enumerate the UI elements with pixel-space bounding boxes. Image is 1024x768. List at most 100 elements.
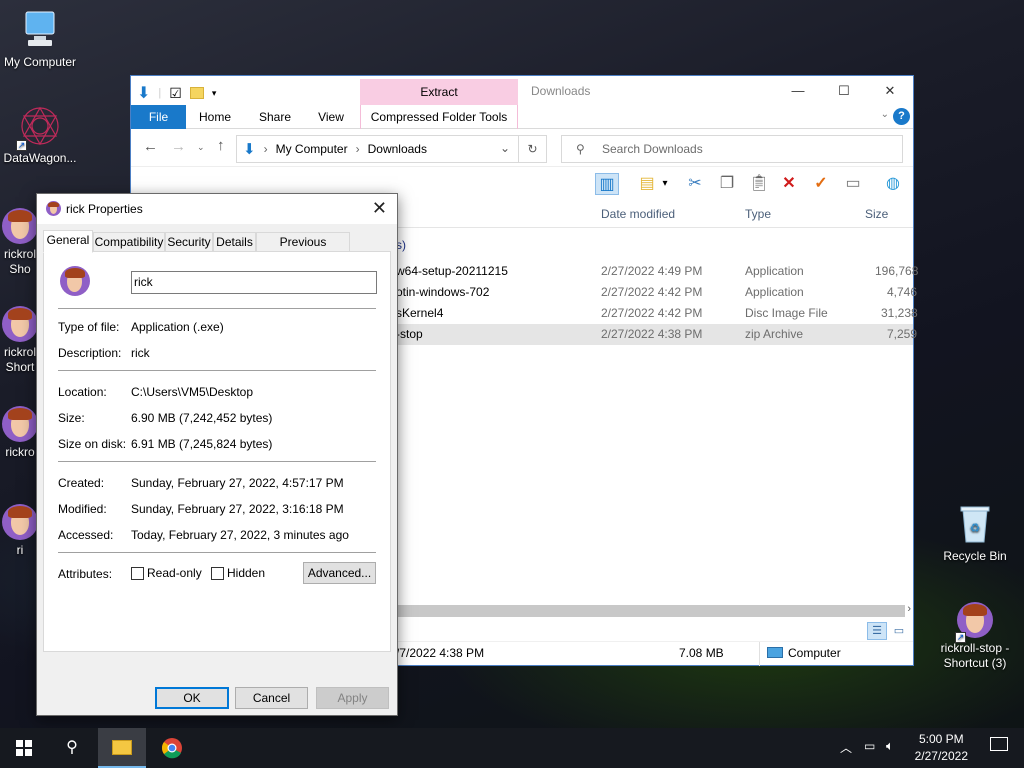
delete-icon[interactable]: ✕: [777, 173, 801, 195]
file-row[interactable]: otin-windows-702 2/27/2022 4:42 PM Appli…: [396, 282, 917, 303]
address-row: ← → ⌄ ↑ ⬇ › My Computer › Downloads ⌄ ↻ …: [131, 129, 913, 167]
cancel-button[interactable]: Cancel: [235, 687, 308, 709]
close-icon[interactable]: ✕: [372, 198, 387, 219]
search-button[interactable]: ⚲: [48, 728, 96, 768]
tab-security[interactable]: Security: [165, 232, 213, 252]
rick-face-icon: [2, 208, 38, 244]
checkbox-box[interactable]: [211, 566, 224, 580]
breadcrumb-my-computer[interactable]: My Computer: [276, 142, 348, 156]
tab-share[interactable]: Share: [253, 105, 297, 129]
column-size[interactable]: Size: [865, 207, 888, 221]
volume-icon[interactable]: 🔈︎: [886, 738, 894, 754]
tab-compatibility[interactable]: Compatibility: [93, 232, 165, 252]
description-value: rick: [131, 346, 150, 360]
file-size: 4,746: [887, 285, 918, 299]
taskbar-file-explorer[interactable]: [98, 728, 146, 768]
ribbon-expand-icon[interactable]: ⌄: [881, 109, 889, 120]
file-type: Application: [745, 264, 804, 278]
file-row[interactable]: sKernel4 2/27/2022 4:42 PM Disc Image Fi…: [396, 303, 918, 324]
address-bar[interactable]: ⬇ › My Computer › Downloads ⌄: [236, 135, 519, 163]
file-type: Disc Image File: [745, 306, 828, 320]
tab-file[interactable]: File: [131, 105, 186, 129]
desktop-icon-label: DataWagon...: [3, 151, 77, 165]
search-input[interactable]: ⚲ Search Downloads: [561, 135, 903, 163]
refresh-button[interactable]: ↻: [519, 135, 547, 163]
recycle-bin-icon: ♻: [960, 506, 990, 543]
notification-icon[interactable]: [990, 737, 1008, 751]
tab-details[interactable]: Details: [213, 232, 256, 252]
up-icon[interactable]: ↑: [217, 137, 225, 154]
show-hidden-icons-icon[interactable]: ︿: [840, 739, 852, 756]
copy-icon[interactable]: ❐: [715, 173, 739, 195]
properties-icon[interactable]: ☑: [169, 85, 182, 102]
desktop-icon-rickroll-stop[interactable]: ↗ rickroll-stop - Shortcut (3): [935, 602, 1015, 671]
recent-dropdown-icon[interactable]: ⌄: [197, 142, 205, 153]
file-name-field[interactable]: rick: [131, 271, 377, 294]
separator: [58, 308, 376, 309]
details-view-icon[interactable]: ☰: [867, 622, 887, 640]
created-value: Sunday, February 27, 2022, 4:57:17 PM: [131, 476, 344, 490]
taskbar-chrome[interactable]: [148, 728, 196, 768]
horizontal-scrollbar[interactable]: [396, 605, 905, 617]
search-icon: ⚲: [66, 739, 78, 756]
column-date-modified[interactable]: Date modified: [601, 207, 675, 221]
file-row[interactable]: w64-setup-20211215 2/27/2022 4:49 PM App…: [396, 261, 918, 282]
preview-pane-icon[interactable]: ▥: [595, 173, 619, 195]
file-name: sKernel4: [396, 306, 444, 320]
breadcrumb-downloads[interactable]: Downloads: [368, 142, 427, 156]
start-button[interactable]: [0, 728, 48, 768]
tab-home[interactable]: Home: [193, 105, 237, 129]
column-headers: Date modified Type Size: [396, 201, 913, 228]
qa-dropdown-icon[interactable]: ▾: [212, 88, 217, 99]
search-icon: ⚲: [576, 142, 585, 156]
read-only-checkbox[interactable]: Read-only: [131, 566, 202, 580]
minimize-icon[interactable]: —: [775, 76, 821, 105]
dialog-tabs: General Compatibility Security Details P…: [43, 230, 391, 267]
checkbox-box[interactable]: [131, 566, 144, 580]
cut-icon[interactable]: ✂: [683, 173, 707, 195]
explorer-titlebar: ⬇ | ☑ ▾ Extract Downloads — ☐ ✕: [131, 76, 913, 105]
desktop-icon-recycle-bin[interactable]: ♻ Recycle Bin: [935, 502, 1015, 564]
forward-icon[interactable]: →: [171, 138, 186, 155]
tab-general[interactable]: General: [43, 230, 93, 253]
new-folder-icon[interactable]: [189, 87, 204, 99]
file-name: otin-windows-702: [396, 285, 490, 299]
file-date: 2/27/2022 4:38 PM: [601, 327, 703, 341]
advanced-button[interactable]: Advanced...: [303, 562, 376, 584]
modified-value: Sunday, February 27, 2022, 3:16:18 PM: [131, 502, 344, 516]
download-arrow-icon[interactable]: ⬇: [137, 83, 150, 103]
ok-button[interactable]: OK: [155, 687, 229, 709]
network-icon[interactable]: ▭: [864, 739, 875, 753]
desktop-icon-my-computer[interactable]: My Computer: [0, 8, 80, 70]
desktop-icon-datawagon[interactable]: ↗ DataWagon...: [0, 104, 80, 166]
quick-access-toolbar: ⬇ | ☑ ▾: [137, 83, 216, 103]
file-size: 7,259: [887, 327, 918, 341]
tab-previous-versions[interactable]: Previous Versions: [256, 232, 350, 267]
tab-view[interactable]: View: [309, 105, 353, 129]
tab-compressed-folder-tools[interactable]: Compressed Folder Tools: [360, 105, 518, 129]
context-tab-extract[interactable]: Extract: [360, 79, 518, 105]
paste-icon[interactable]: 📋︎: [747, 173, 771, 195]
web-globe-icon[interactable]: ◍: [881, 173, 905, 195]
breadcrumb-separator-icon: ›: [263, 142, 268, 156]
rick-face-icon: [2, 504, 38, 540]
hidden-checkbox[interactable]: Hidden: [211, 566, 265, 580]
back-icon[interactable]: ←: [143, 138, 158, 155]
rename-check-icon[interactable]: ✓: [809, 173, 833, 195]
hidden-label: Hidden: [227, 566, 266, 580]
system-clock[interactable]: 5:00 PM 2/27/2022: [915, 731, 968, 765]
ribbon-tabs: File Home Share View Compressed Folder T…: [131, 105, 913, 129]
file-date: 2/27/2022 4:42 PM: [601, 285, 703, 299]
address-dropdown-icon[interactable]: ⌄: [500, 141, 510, 155]
scroll-right-icon[interactable]: ›: [907, 603, 911, 615]
status-size: 7.08 MB: [679, 646, 724, 660]
column-type[interactable]: Type: [745, 207, 771, 221]
large-icons-view-icon[interactable]: ▭: [890, 622, 908, 640]
close-icon[interactable]: ✕: [867, 76, 913, 105]
new-folder-toolbar-icon[interactable]: ▤: [635, 173, 659, 195]
help-icon[interactable]: ?: [893, 108, 910, 125]
maximize-icon[interactable]: ☐: [821, 76, 867, 105]
file-row-selected[interactable]: -stop 2/27/2022 4:38 PM zip Archive 7,25…: [396, 324, 917, 345]
toolbar-dropdown-icon[interactable]: ▾: [659, 173, 671, 195]
properties-toolbar-icon[interactable]: ▭: [841, 173, 865, 195]
